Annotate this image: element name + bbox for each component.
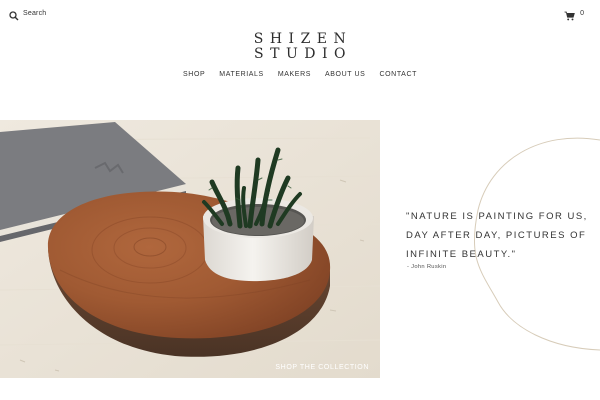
shop-collection-link[interactable]: SHOP THE COLLECTION [275,364,369,371]
quote-text: "NATURE IS PAINTING FOR US, DAY AFTER DA… [406,211,588,260]
logo-line-2: STUDIO [254,46,352,62]
quote-author: - John Ruskin [407,264,447,270]
hero-image [0,120,380,378]
search-label: Search [23,9,47,17]
nav-item-makers[interactable]: MAKERS [271,71,318,78]
top-bar: Search 0 [0,0,600,26]
nav-item-materials[interactable]: MATERIALS [212,71,271,78]
logo-line-1: SHIZEN [253,31,353,47]
cart-count: 0 [580,9,584,17]
cart-icon [564,8,575,21]
search-link[interactable]: Search [9,8,47,21]
search-icon [9,8,19,21]
hero-banner[interactable]: SHOP THE COLLECTION [0,120,380,378]
nav-item-about-us[interactable]: ABOUT US [318,71,372,78]
quote-section: "NATURE IS PAINTING FOR US, DAY AFTER DA… [380,120,600,378]
nav-item-contact[interactable]: CONTACT [372,71,424,78]
main-nav: SHOP MATERIALS MAKERS ABOUT US CONTACT [0,71,600,78]
cart-button[interactable]: 0 [564,8,584,21]
site-logo[interactable]: SHIZEN STUDIO [0,32,600,62]
nav-item-shop[interactable]: SHOP [176,71,212,78]
